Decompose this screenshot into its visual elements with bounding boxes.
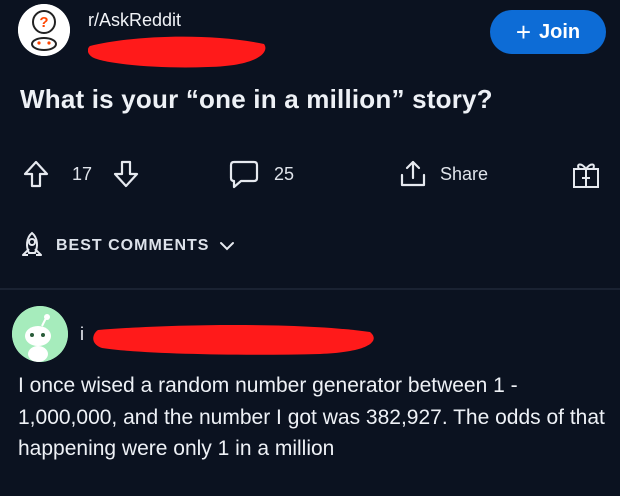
comment-author-initial: i <box>80 324 84 344</box>
comment-author-redaction: i <box>80 324 374 355</box>
downvote-arrow-icon <box>113 160 139 188</box>
vote-count-text: 17 <box>72 163 93 184</box>
askreddit-logo-icon: ? <box>18 4 70 56</box>
sort-label: BEST COMMENTS <box>56 237 210 254</box>
subreddit-name[interactable]: r/AskReddit <box>88 10 181 31</box>
comment-count: 25 <box>274 163 295 184</box>
snoo-avatar-icon <box>12 306 68 362</box>
post-title[interactable]: What is your “one in a million” story? <box>20 84 493 115</box>
comment-sort[interactable]: BEST COMMENTS <box>18 226 235 266</box>
author-redaction <box>88 36 266 68</box>
subreddit-avatar[interactable]: ? <box>18 4 70 56</box>
downvote-button[interactable] <box>112 155 140 193</box>
join-label: Join <box>539 20 581 43</box>
upvote-button[interactable] <box>22 155 50 193</box>
gift-award-icon <box>573 163 599 188</box>
comment-avatar[interactable] <box>12 306 68 362</box>
post-action-bar: 17 25 Share <box>20 155 610 195</box>
section-divider <box>0 288 620 290</box>
vote-count: 17 <box>72 155 92 193</box>
rocket-icon <box>22 231 42 256</box>
plus-icon: + <box>515 17 532 47</box>
share-icon <box>400 160 426 187</box>
comments-button[interactable]: 25 <box>228 155 294 193</box>
share-label: Share <box>440 163 489 184</box>
comment-body: I once wised a random number generator b… <box>18 374 605 460</box>
post-header: ? r/AskReddit + Join <box>18 4 608 74</box>
reddit-post-screen: ? r/AskReddit + Join What is your “one i… <box>0 0 620 496</box>
upvote-arrow-icon <box>23 160 49 188</box>
share-button[interactable]: Share <box>398 155 488 193</box>
chevron-down-icon <box>220 242 235 251</box>
join-button[interactable]: + Join <box>490 10 606 54</box>
comment-bubble-icon <box>229 160 259 189</box>
award-button[interactable] <box>570 155 602 193</box>
svg-text:?: ? <box>39 14 48 31</box>
